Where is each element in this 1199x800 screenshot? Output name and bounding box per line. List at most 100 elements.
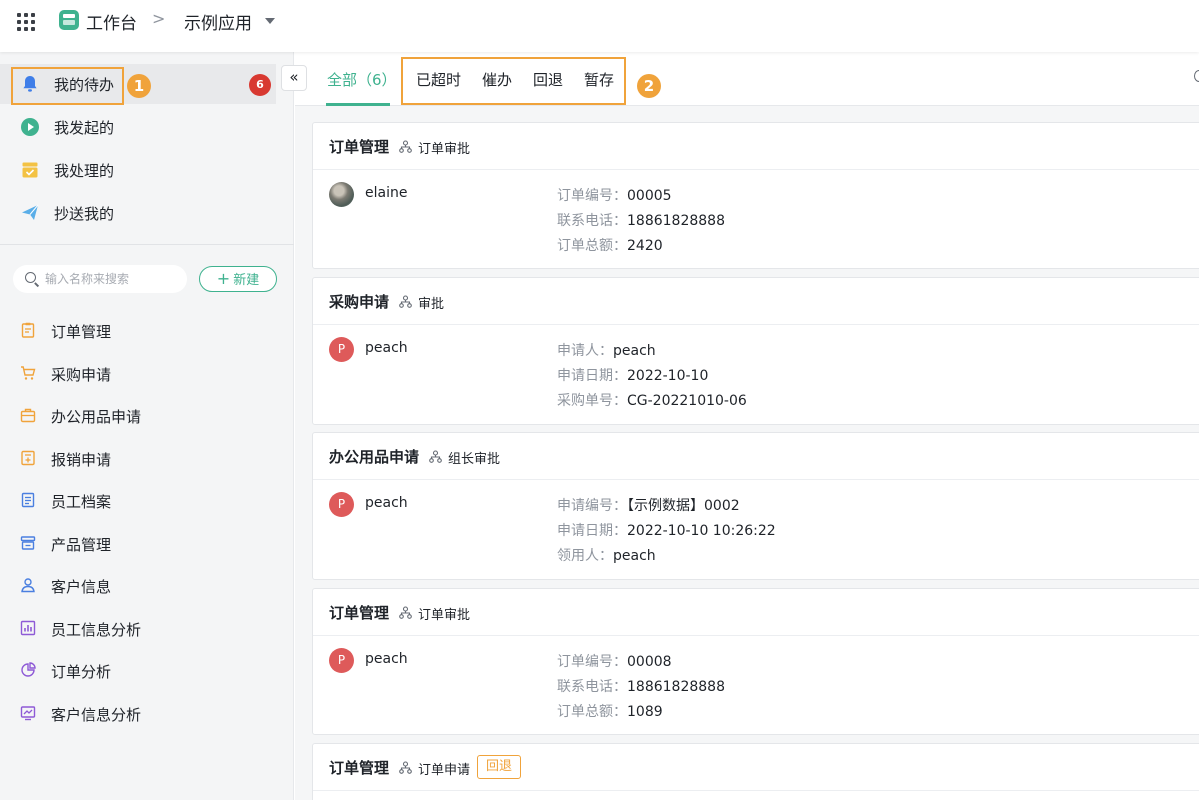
field-label: 采购单号： [557, 393, 627, 409]
todo-card[interactable]: 办公用品申请 组长审批 P peach 申请编号：【示例数据】0002 申请日期… [312, 432, 1199, 580]
form-search-input[interactable] [45, 269, 181, 289]
card-user-name: elaine [365, 185, 408, 201]
briefcase-icon [20, 408, 36, 423]
todo-card[interactable]: 采购申请 审批 P peach 申请人：peach 申请日期：2022-10-1… [312, 277, 1199, 425]
field-value: CG-20221010-06 [627, 393, 747, 409]
avatar: P [329, 492, 354, 517]
sidebar-item-label: 员工信息分析 [51, 621, 142, 639]
card-form-title: 办公用品申请 [329, 448, 420, 466]
card-field: 申请人：peach [557, 340, 656, 360]
card-node-name: 审批 [418, 297, 445, 312]
field-label: 联系电话： [557, 679, 627, 695]
card-node-name: 订单申请 [418, 763, 471, 778]
workbench-link[interactable]: 工作台 [86, 9, 137, 34]
sidebar-item-handled[interactable]: 我处理的 [0, 150, 276, 190]
workflow-node-icon [399, 295, 412, 308]
search-icon[interactable] [1194, 70, 1199, 82]
todo-count-badge: 6 [249, 74, 271, 96]
sidebar-item-office-supplies[interactable]: 办公用品申请 [0, 397, 294, 433]
plus-icon: + [216, 269, 231, 288]
sidebar-item-cc[interactable]: 抄送我的 [0, 193, 276, 233]
card-header: 采购申请 审批 [313, 278, 1199, 325]
sidebar-item-label: 办公用品申请 [51, 408, 142, 426]
sidebar-item-label: 产品管理 [51, 536, 112, 554]
bar-chart-icon [20, 620, 36, 636]
sidebar-item-label: 我发起的 [54, 119, 115, 137]
app-grid-icon[interactable] [17, 13, 35, 31]
sidebar-item-purchase-request[interactable]: 采购申请 [0, 355, 294, 391]
todo-card[interactable]: 订单管理 订单申请 回退 [312, 743, 1199, 800]
main-content: 全部（6） 已超时 催办 回退 暂存 2 订单管理 订单审批 elaine 订单… [295, 52, 1199, 800]
field-value: 18861828888 [627, 679, 725, 695]
sidebar: 我的待办 我发起的 我处理的 抄送我的 1 6 « 输入名称来搜索 + 新建 订… [0, 52, 307, 800]
callout-marker-1: 1 [127, 74, 151, 98]
sidebar-item-label: 订单管理 [51, 323, 112, 341]
sidebar-item-order-analysis[interactable]: 订单分析 [0, 652, 294, 688]
card-user-name: peach [365, 495, 408, 511]
sidebar-divider [0, 244, 294, 245]
app-name-breadcrumb[interactable]: 示例应用 [184, 9, 252, 34]
sidebar-item-employee-records[interactable]: 员工档案 [0, 482, 294, 518]
bell-icon [23, 76, 37, 92]
sidebar-item-label: 客户信息分析 [51, 706, 142, 724]
active-tab-indicator [326, 103, 390, 106]
sidebar-item-customer-info[interactable]: 客户信息 [0, 567, 294, 603]
field-value: 2022-10-10 [627, 368, 709, 384]
card-user-name: peach [365, 340, 408, 356]
field-value: 18861828888 [627, 213, 725, 229]
field-value: 2022-10-10 10:26:22 [627, 523, 776, 539]
chevron-down-icon[interactable] [265, 18, 275, 24]
field-value: 【示例数据】0002 [627, 498, 740, 514]
card-user-name: peach [365, 651, 408, 667]
calculator-icon [21, 450, 35, 466]
tab-all[interactable]: 全部（6） [327, 69, 397, 90]
card-field: 订单编号：00008 [557, 651, 672, 671]
breadcrumb-separator-icon: > [152, 9, 166, 28]
field-label: 申请日期： [557, 368, 627, 384]
field-value: peach [613, 548, 656, 564]
document-icon [21, 492, 35, 508]
field-label: 订单编号： [557, 654, 627, 670]
sidebar-item-label: 抄送我的 [54, 205, 115, 223]
avatar [329, 182, 354, 207]
callout-marker-2: 2 [637, 74, 661, 98]
sidebar-item-label: 报销申请 [51, 451, 112, 469]
pie-chart-icon [21, 662, 36, 677]
sidebar-item-label: 采购申请 [51, 366, 112, 384]
workflow-node-icon [429, 450, 442, 463]
collapse-sidebar-button[interactable]: « [281, 65, 307, 91]
workflow-node-icon [399, 761, 412, 774]
sidebar-item-employee-analysis[interactable]: 员工信息分析 [0, 610, 294, 646]
todo-tab-bar: 全部（6） 已超时 催办 回退 暂存 2 [295, 52, 1199, 106]
card-form-title: 订单管理 [329, 138, 390, 156]
sidebar-item-initiated[interactable]: 我发起的 [0, 107, 276, 147]
card-field: 采购单号：CG-20221010-06 [557, 390, 747, 410]
new-form-button[interactable]: + 新建 [199, 266, 277, 292]
search-icon [25, 272, 36, 283]
card-field: 订单总额：1089 [557, 701, 663, 721]
field-value: peach [613, 343, 656, 359]
card-header: 办公用品申请 组长审批 [313, 433, 1199, 480]
workflow-node-icon [399, 606, 412, 619]
field-label: 申请日期： [557, 523, 627, 539]
form-search-box[interactable] [13, 265, 187, 293]
tab-returned[interactable]: 回退 [533, 69, 563, 90]
sidebar-item-product-management[interactable]: 产品管理 [0, 525, 294, 561]
card-field: 申请编号：【示例数据】0002 [557, 495, 740, 515]
field-value: 1089 [627, 704, 663, 720]
store-icon [20, 536, 36, 550]
card-form-title: 订单管理 [329, 604, 390, 622]
card-field: 领用人：peach [557, 545, 656, 565]
todo-card[interactable]: 订单管理 订单审批 P peach 订单编号：00008 联系电话：188618… [312, 588, 1199, 735]
tab-urged[interactable]: 催办 [482, 69, 512, 90]
card-field: 申请日期：2022-10-10 10:26:22 [557, 520, 776, 540]
sidebar-item-customer-analysis[interactable]: 客户信息分析 [0, 695, 294, 731]
field-value: 00008 [627, 654, 672, 670]
field-label: 订单编号： [557, 188, 627, 204]
tab-drafts[interactable]: 暂存 [584, 69, 614, 90]
tab-overdue[interactable]: 已超时 [416, 69, 461, 90]
sidebar-item-reimbursement[interactable]: 报销申请 [0, 440, 294, 476]
sidebar-item-order-management[interactable]: 订单管理 [0, 312, 294, 348]
card-header: 订单管理 订单申请 回退 [313, 744, 1199, 791]
todo-card[interactable]: 订单管理 订单审批 elaine 订单编号：00005 联系电话：1886182… [312, 122, 1199, 269]
